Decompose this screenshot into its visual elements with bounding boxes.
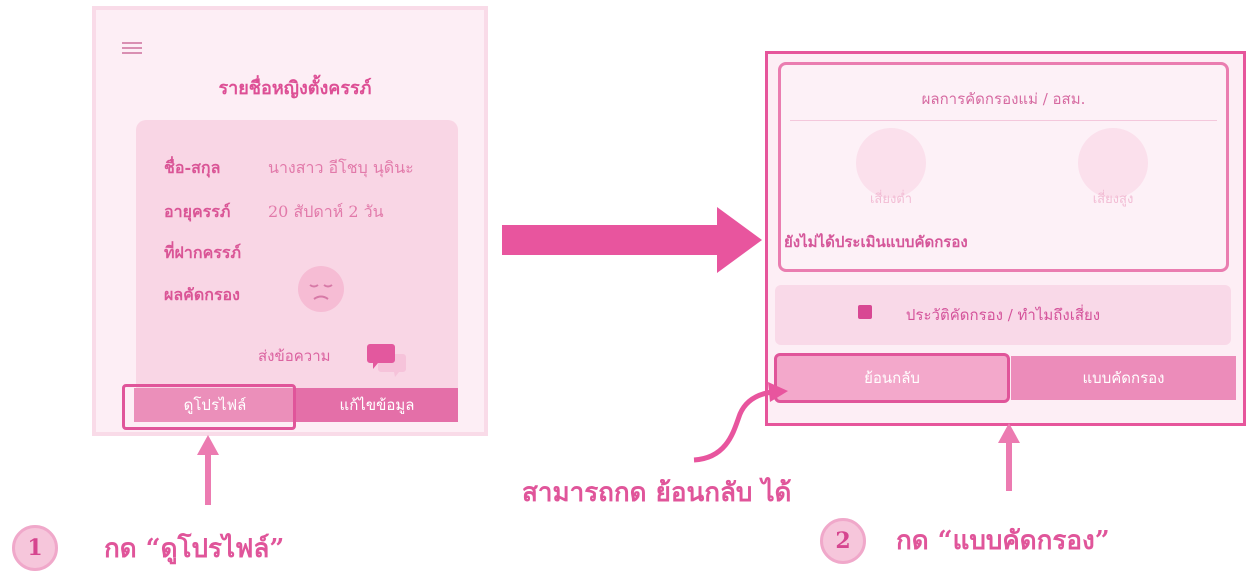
prenatal-place-label: ที่ฝากครรภ์ [164, 243, 242, 262]
menu-icon[interactable] [122, 42, 142, 54]
not-assessed-text: ยังไม่ได้ประเมินแบบคัดกรอง [784, 233, 968, 251]
back-button-highlight [774, 353, 1010, 403]
step-2-badge: 2 [820, 518, 866, 564]
gestational-age-label: อายุครรภ์ [164, 202, 231, 221]
step-1-badge: 1 [12, 525, 58, 571]
view-profile-highlight [122, 384, 296, 430]
curved-arrow-icon [688, 380, 798, 465]
divider [790, 120, 1217, 121]
sad-face-icon [298, 266, 344, 312]
step-1-text: กด “ดูโปรไฟล์” [104, 534, 285, 564]
back-hint-text: สามารถกด ย้อนกลับ ได้ [522, 478, 792, 508]
step-2-text: กด “แบบคัดกรอง” [896, 526, 1110, 556]
up-arrow-icon [998, 423, 1020, 491]
screening-history-label[interactable]: ประวัติคัดกรอง / ทำไมถึงเสี่ยง [775, 303, 1231, 327]
send-message-label[interactable]: ส่งข้อความ [258, 344, 331, 368]
page-title: รายชื่อหญิงตั้งครรภ์ [218, 78, 372, 99]
edit-info-button[interactable]: แก้ไขข้อมูล [296, 388, 458, 422]
high-risk-label: เสี่ยงสูง [1092, 192, 1134, 207]
up-arrow-icon [197, 435, 219, 505]
screening-form-button[interactable]: แบบคัดกรอง [1011, 356, 1236, 400]
low-risk-label: เสี่ยงต่ำ [869, 192, 913, 207]
right-arrow-icon [502, 205, 762, 275]
name-value: นางสาว อีโชบุ นุดินะ [268, 158, 414, 177]
name-label: ชื่อ-สกุล [164, 158, 221, 177]
chat-bubble-icon[interactable] [367, 342, 407, 378]
result-title: ผลการคัดกรองแม่ / อสม. [921, 90, 1086, 108]
gestational-age-value: 20 สัปดาห์ 2 วัน [268, 202, 384, 221]
screening-result-label: ผลคัดกรอง [164, 285, 240, 304]
